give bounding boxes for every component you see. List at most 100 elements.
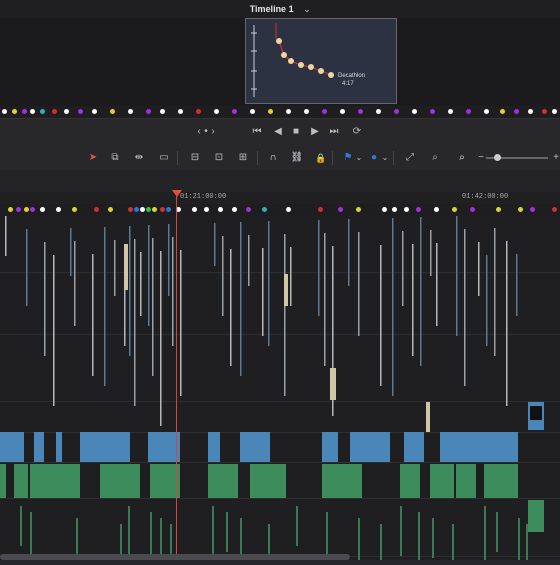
video-clip[interactable] — [486, 255, 488, 346]
marker-dot[interactable] — [30, 109, 35, 114]
video-clip[interactable] — [330, 368, 336, 400]
marker-dot[interactable] — [30, 207, 35, 212]
marker-dot[interactable] — [552, 109, 557, 114]
marker-dot[interactable] — [448, 109, 453, 114]
audio-clip[interactable] — [528, 500, 544, 532]
marker-dot[interactable] — [340, 109, 345, 114]
marker-dot[interactable] — [108, 207, 113, 212]
audio-clip[interactable] — [14, 464, 28, 498]
timeline-title-bar[interactable]: Timeline 1 ⌄ — [0, 0, 560, 18]
marker-dot[interactable] — [376, 109, 381, 114]
marker-dot[interactable] — [518, 207, 523, 212]
marker-dot[interactable] — [24, 207, 29, 212]
mini-timeline-markers[interactable] — [0, 106, 560, 118]
audio-clip[interactable] — [100, 464, 140, 498]
timeline-title[interactable]: Timeline 1 — [250, 4, 294, 14]
video-clip[interactable] — [380, 245, 382, 386]
first-frame-button[interactable]: ⏮ — [250, 125, 264, 139]
marker-dot[interactable] — [72, 207, 77, 212]
video-clip[interactable] — [348, 219, 350, 286]
audio-clip[interactable] — [484, 464, 518, 498]
video-clip-thumbnail[interactable] — [530, 406, 542, 420]
marker-dot[interactable] — [128, 109, 133, 114]
video-clip[interactable] — [114, 240, 116, 296]
audio-clip[interactable] — [430, 464, 454, 498]
marker-dot[interactable] — [356, 207, 361, 212]
video-clip[interactable] — [5, 216, 7, 256]
video-clip[interactable] — [420, 217, 422, 366]
marker-dot[interactable] — [146, 109, 151, 114]
marker-dot[interactable] — [412, 109, 417, 114]
marker-dot[interactable] — [262, 207, 267, 212]
marker-dot[interactable] — [22, 109, 27, 114]
video-clip[interactable] — [124, 244, 128, 290]
track-divider[interactable] — [0, 462, 560, 463]
video-clip[interactable] — [464, 229, 466, 386]
marker-dot[interactable] — [232, 207, 237, 212]
zoom-detail-icon[interactable]: ⌕ — [428, 151, 442, 165]
marker-dot[interactable] — [178, 109, 183, 114]
video-clip[interactable] — [494, 228, 496, 356]
audio-clip[interactable] — [322, 464, 362, 498]
reverse-play-button[interactable]: ◀ — [271, 125, 285, 139]
marker-dot[interactable] — [514, 109, 519, 114]
video-clip[interactable] — [214, 223, 216, 266]
marker-dot[interactable] — [12, 109, 17, 114]
track-divider[interactable] — [0, 334, 560, 335]
marker-dot[interactable] — [8, 207, 13, 212]
marker-dot[interactable] — [552, 207, 557, 212]
video-clip[interactable] — [148, 225, 150, 326]
timeline-marker-row[interactable] — [0, 204, 560, 216]
marker-dot[interactable] — [192, 207, 197, 212]
marker-dot[interactable] — [470, 207, 475, 212]
audio-clip[interactable] — [526, 524, 528, 565]
marker-dot[interactable] — [134, 207, 139, 212]
audio-clip[interactable] — [358, 518, 360, 565]
audio-clip[interactable] — [212, 506, 214, 565]
marker-dot[interactable] — [268, 109, 273, 114]
video-clip[interactable] — [318, 220, 320, 316]
marker-dot[interactable] — [430, 109, 435, 114]
video-clip[interactable] — [152, 238, 154, 376]
video-clip[interactable] — [0, 432, 24, 462]
video-clip[interactable] — [262, 248, 264, 336]
marker-dot[interactable] — [128, 207, 133, 212]
audio-clip[interactable] — [452, 524, 454, 565]
video-clip[interactable] — [230, 249, 232, 366]
audio-clip[interactable] — [208, 464, 238, 498]
marker-dot[interactable] — [404, 207, 409, 212]
play-button[interactable]: ▶ — [308, 125, 322, 139]
horizontal-scrollbar[interactable] — [0, 554, 350, 560]
nav-next-button[interactable]: › — [206, 125, 220, 139]
video-clip[interactable] — [284, 274, 288, 306]
audio-clip[interactable] — [128, 506, 130, 556]
overwrite-clip-icon[interactable]: ⊡ — [212, 151, 226, 165]
video-clip[interactable] — [324, 233, 326, 366]
marker-dot[interactable] — [64, 109, 69, 114]
audio-clip[interactable] — [400, 464, 420, 498]
video-clip[interactable] — [402, 231, 404, 306]
audio-clip[interactable] — [20, 506, 22, 546]
video-clip[interactable] — [74, 241, 76, 326]
video-clip[interactable] — [404, 432, 424, 462]
marker-dot[interactable] — [196, 109, 201, 114]
audio-clip[interactable] — [30, 512, 32, 562]
flag-dropdown-chevron-icon[interactable]: ⌄ — [352, 151, 366, 165]
zoom-custom-icon[interactable]: ⌕ — [455, 151, 469, 165]
marker-dot[interactable] — [394, 109, 399, 114]
video-clip[interactable] — [412, 244, 414, 356]
blade-tool-icon[interactable]: ▭ — [157, 151, 171, 165]
audio-clip[interactable] — [496, 512, 498, 552]
marker-dot[interactable] — [152, 207, 157, 212]
marker-dot[interactable] — [160, 207, 165, 212]
video-clip[interactable] — [268, 221, 270, 346]
video-clip[interactable] — [80, 432, 130, 462]
loop-button[interactable]: ⟳ — [350, 125, 364, 139]
marker-dot[interactable] — [286, 207, 291, 212]
audio-clip[interactable] — [400, 506, 402, 556]
marker-dot[interactable] — [382, 207, 387, 212]
audio-clip[interactable] — [226, 512, 228, 552]
marker-dot[interactable] — [528, 109, 533, 114]
chevron-down-icon[interactable]: ⌄ — [304, 5, 311, 14]
timeline-clips[interactable] — [0, 216, 560, 565]
